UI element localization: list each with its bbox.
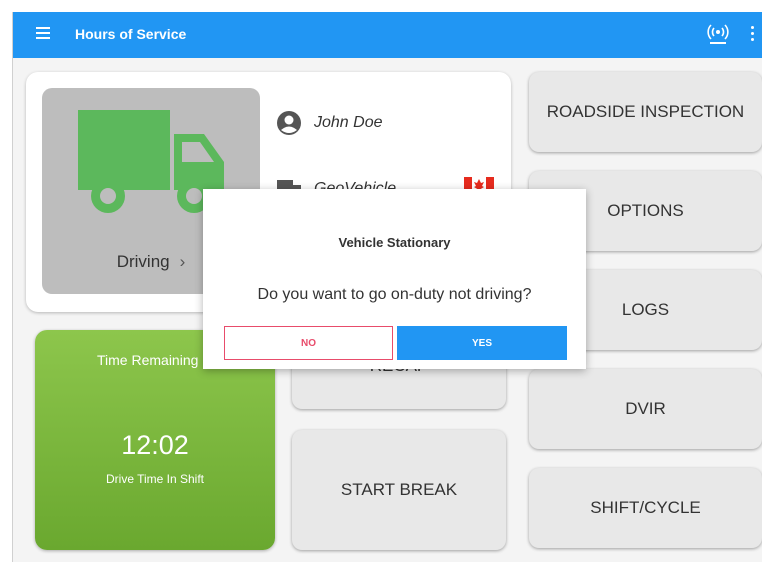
driver-name: John Doe (314, 114, 383, 131)
shift-cycle-button[interactable]: SHIFT/CYCLE (529, 468, 762, 548)
app-frame: Hours of Service Driving › John Doe Time… (12, 12, 762, 562)
options-label: OPTIONS (607, 201, 684, 220)
broadcast-signal-icon[interactable] (706, 22, 730, 46)
shift-cycle-label: SHIFT/CYCLE (590, 498, 701, 517)
time-remaining-title: Time Remaining (97, 352, 199, 368)
no-button[interactable]: NO (224, 326, 393, 360)
start-break-button[interactable]: START BREAK (292, 430, 506, 550)
roadside-inspection-button[interactable]: ROADSIDE INSPECTION (529, 72, 762, 152)
dvir-label: DVIR (625, 399, 666, 418)
dialog-message: Do you want to go on-duty not driving? (257, 286, 532, 303)
time-remaining-value: 12:02 (121, 430, 189, 460)
dialog-title: Vehicle Stationary (338, 235, 451, 250)
yes-button[interactable]: YES (397, 326, 567, 360)
chevron-right-icon: › (179, 252, 186, 271)
dvir-button[interactable]: DVIR (529, 369, 762, 449)
hamburger-menu-icon[interactable] (36, 27, 50, 39)
roadside-inspection-label: ROADSIDE INSPECTION (546, 102, 745, 121)
app-title: Hours of Service (75, 26, 187, 42)
overflow-menu-icon[interactable] (751, 26, 755, 42)
time-remaining-subtitle: Drive Time In Shift (105, 472, 205, 486)
logs-label: LOGS (621, 300, 670, 319)
start-break-label: START BREAK (340, 480, 458, 499)
app-bar: Hours of Service (13, 12, 762, 58)
account-circle-icon (277, 111, 301, 135)
duty-status-text: Driving (116, 252, 170, 271)
vehicle-stationary-dialog: Vehicle Stationary Do you want to go on-… (203, 189, 586, 369)
